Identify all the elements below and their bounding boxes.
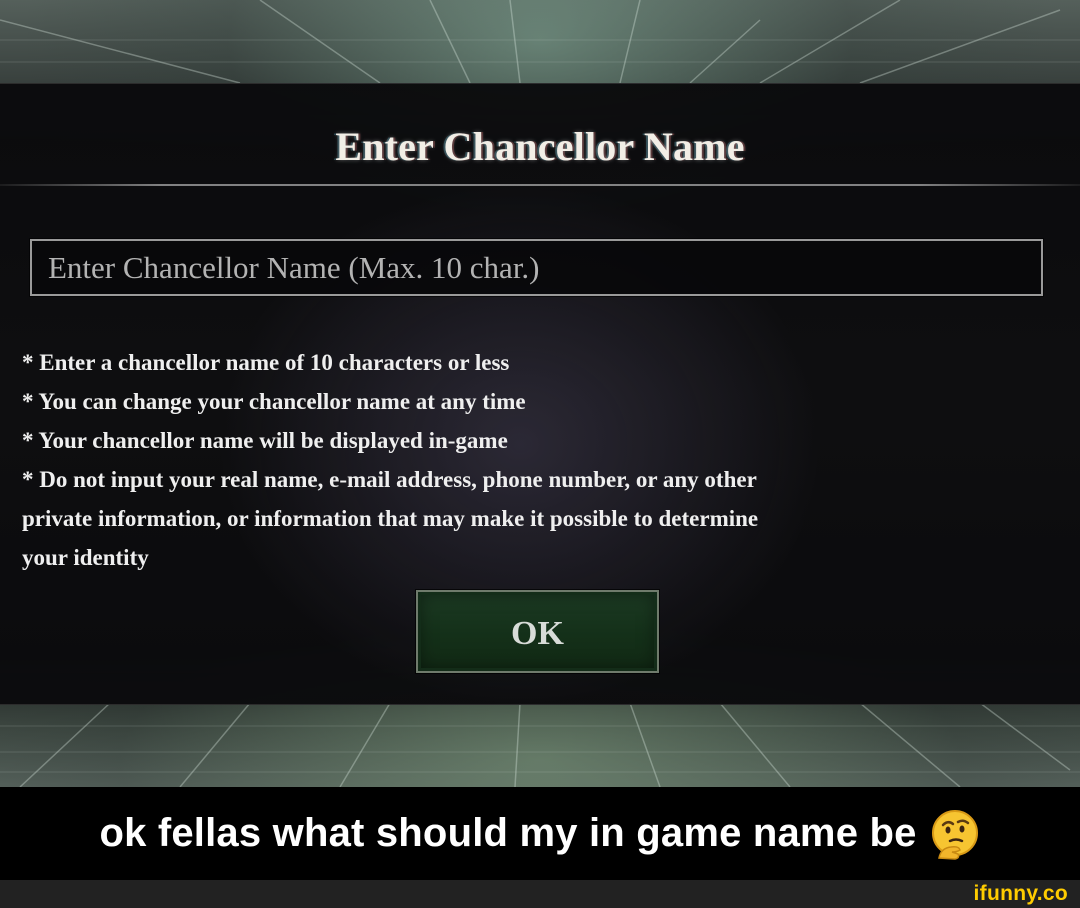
thinking-face-icon <box>929 808 981 860</box>
name-rules-list: * Enter a chancellor name of 10 characte… <box>22 343 1012 577</box>
caption-text: ok fellas what should my in game name be <box>99 811 917 855</box>
ifunny-watermark: ifunny.co <box>973 882 1068 905</box>
dialog-title: Enter Chancellor Name <box>335 124 745 169</box>
ok-button[interactable]: OK <box>415 589 660 674</box>
rule-line: * Your chancellor name will be displayed… <box>22 428 508 453</box>
rule-line: * Enter a chancellor name of 10 characte… <box>22 350 510 375</box>
meme-caption: ok fellas what should my in game name be <box>0 787 1080 880</box>
rule-line: * You can change your chancellor name at… <box>22 389 526 414</box>
footer-bar: ifunny.co <box>0 880 1080 908</box>
rule-line: private information, or information that… <box>22 506 759 531</box>
title-divider <box>0 184 1080 186</box>
rule-line: * Do not input your real name, e-mail ad… <box>22 467 757 492</box>
rule-line: your identity <box>22 545 149 570</box>
chancellor-name-input[interactable] <box>29 238 1044 297</box>
game-screen: Enter Chancellor Name * Enter a chancell… <box>0 0 1080 787</box>
